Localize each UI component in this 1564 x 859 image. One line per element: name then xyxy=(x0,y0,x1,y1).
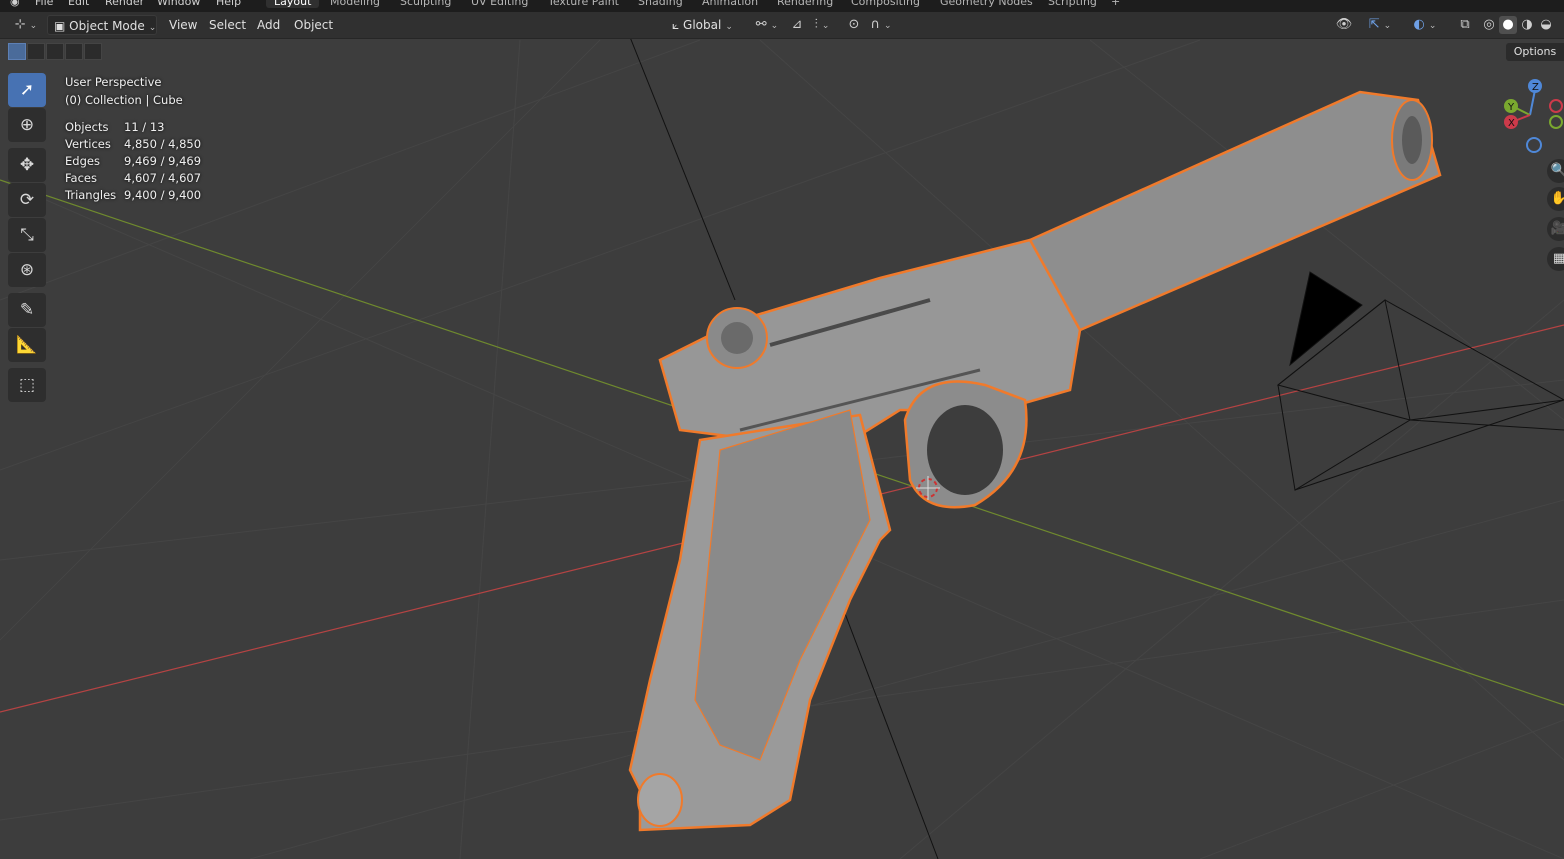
scene-statistics: Objects 11 / 13 Vertices 4,850 / 4,850 Edg… xyxy=(65,119,201,204)
gizmo-x-label: X xyxy=(1508,118,1515,129)
stat-value: 9,469 / 9,469 xyxy=(124,154,202,168)
stat-value: 4,607 / 4,607 xyxy=(124,171,202,185)
tool-shelf: ➚ ⊕ ✥ ⟳ ⤡ ⊛ ✎ 📐 ⬚ xyxy=(8,73,48,403)
zoom-icon[interactable]: 🔍 xyxy=(1547,159,1564,183)
overlays-toggle-icon[interactable]: ◐ ⌄ xyxy=(1410,16,1440,34)
menu-add[interactable]: Add xyxy=(251,15,286,35)
gizmo-neg-y-axis[interactable] xyxy=(1549,115,1563,129)
menu-view[interactable]: View xyxy=(163,15,203,35)
visibility-icon[interactable]: 👁⌄ xyxy=(1330,16,1358,49)
pan-hand-icon[interactable]: ✋ xyxy=(1547,187,1564,211)
3d-viewport[interactable]: Z Y X ➚ ⊕ ✥ ⟳ ⤡ ⊛ ✎ 📐 ⬚ User Perspective… xyxy=(0,39,1564,859)
snap-target-icon[interactable]: ⫶ ⌄ xyxy=(808,16,836,34)
object-mode-icon: ▣ xyxy=(54,19,66,33)
select-new-icon[interactable] xyxy=(8,43,26,60)
move-tool-icon[interactable]: ✥ xyxy=(8,148,46,182)
falloff-icon[interactable]: ∩ ⌄ xyxy=(868,16,894,34)
select-subtract-icon[interactable] xyxy=(46,43,64,60)
tab-shading[interactable]: Shading xyxy=(638,0,683,8)
camera-view-icon[interactable]: 🎥 xyxy=(1547,217,1564,241)
viewport-header: ⊹ ⌄ ▣ Object Mode ⌄ View Select Add Object… xyxy=(0,12,1564,49)
tab-texture-paint[interactable]: Texture Paint xyxy=(548,0,619,8)
stat-row: Triangles 9,400 / 9,400 xyxy=(65,187,201,204)
blender-logo-icon[interactable]: ◉ xyxy=(10,0,20,8)
scale-tool-icon[interactable]: ⤡ xyxy=(8,218,46,252)
viewport-scene: Z Y X xyxy=(0,39,1564,859)
tab-uv-editing[interactable]: UV Editing xyxy=(471,0,528,8)
stat-value: 11 / 13 xyxy=(124,120,165,134)
gizmo-toggle-icon[interactable]: ⇱ ⌄ xyxy=(1366,16,1394,34)
mode-label: Object Mode xyxy=(69,19,145,33)
transform-tool-icon[interactable]: ⊛ xyxy=(8,253,46,287)
options-button[interactable]: Options xyxy=(1506,43,1564,61)
stat-row: Edges 9,469 / 9,469 xyxy=(65,153,201,170)
select-intersect-icon[interactable] xyxy=(84,43,102,60)
gizmo-neg-x-axis[interactable] xyxy=(1549,99,1563,113)
camera-wireframe xyxy=(1276,271,1564,491)
gizmo-y-label: Y xyxy=(1507,102,1515,113)
material-shading-icon[interactable]: ◑ xyxy=(1518,16,1536,34)
tab-scripting[interactable]: Scripting xyxy=(1048,0,1097,8)
snap-toggle-icon[interactable]: ⊿ xyxy=(788,16,806,34)
stat-value: 4,850 / 4,850 xyxy=(124,137,202,151)
tab-sculpting[interactable]: Sculpting xyxy=(400,0,451,8)
stat-label: Objects xyxy=(65,120,109,134)
transform-orientation-dropdown[interactable]: ⟀ Global ⌄ xyxy=(666,15,746,35)
orientation-icon: ⟀ xyxy=(672,18,680,32)
cursor-tool-icon[interactable]: ⊕ xyxy=(8,108,46,142)
light-line xyxy=(630,39,736,301)
rotate-tool-icon[interactable]: ⟳ xyxy=(8,183,46,217)
menu-select[interactable]: Select xyxy=(203,15,252,35)
tab-rendering[interactable]: Rendering xyxy=(777,0,833,8)
select-invert-icon[interactable] xyxy=(65,43,83,60)
navigation-gizmo[interactable]: Z Y X xyxy=(1504,79,1563,153)
tab-modeling[interactable]: Modeling xyxy=(330,0,380,8)
gizmo-z-label: Z xyxy=(1532,82,1539,93)
add-workspace-button[interactable]: + xyxy=(1111,0,1120,8)
stat-row: Faces 4,607 / 4,607 xyxy=(65,170,201,187)
annotate-tool-icon[interactable]: ✎ xyxy=(8,293,46,327)
tab-compositing[interactable]: Compositing xyxy=(851,0,920,8)
pivot-point-icon[interactable]: ⚯ ⌄ xyxy=(753,16,781,34)
viewport-info-overlay: User Perspective (0) Collection | Cube O… xyxy=(65,73,201,204)
gizmo-neg-z-axis[interactable] xyxy=(1526,137,1542,153)
perspective-toggle-icon[interactable]: ▦ xyxy=(1547,247,1564,271)
menu-render[interactable]: Render xyxy=(105,0,144,8)
select-box-tool-icon[interactable]: ➚ xyxy=(8,73,46,107)
tab-animation[interactable]: Animation xyxy=(702,0,758,8)
stat-label: Vertices xyxy=(65,137,111,151)
stat-value: 9,400 / 9,400 xyxy=(124,188,202,202)
chevron-down-icon: ⌄ xyxy=(725,22,733,32)
stat-row: Objects 11 / 13 xyxy=(65,119,201,136)
light-line xyxy=(837,594,939,859)
view-perspective-label: User Perspective xyxy=(65,75,162,89)
rendered-shading-icon[interactable]: ◒ xyxy=(1537,16,1555,34)
stat-row: Vertices 4,850 / 4,850 xyxy=(65,136,201,153)
menu-file[interactable]: File xyxy=(35,0,53,8)
menu-help[interactable]: Help xyxy=(216,0,241,8)
tab-layout[interactable]: Layout xyxy=(266,0,320,8)
chevron-down-icon: ⌄ xyxy=(148,23,157,33)
top-menubar: ◉ File Edit Render Window Help Layout Mo… xyxy=(0,0,1564,12)
select-extend-icon[interactable] xyxy=(27,43,45,60)
proportional-edit-icon[interactable]: ⊙ xyxy=(845,16,863,34)
orientation-label: Global xyxy=(683,18,722,32)
stat-label: Triangles xyxy=(65,188,117,202)
tab-geometry-nodes[interactable]: Geometry Nodes xyxy=(940,0,1033,8)
add-cube-tool-icon[interactable]: ⬚ xyxy=(8,368,46,402)
pistol-model[interactable] xyxy=(628,90,1442,832)
wireframe-shading-icon[interactable]: ◎ xyxy=(1480,16,1498,34)
solid-shading-icon[interactable]: ● xyxy=(1499,16,1517,34)
measure-tool-icon[interactable]: 📐 xyxy=(8,328,46,362)
xray-toggle-icon[interactable]: ⧉ xyxy=(1456,16,1474,34)
menu-window[interactable]: Window xyxy=(157,0,200,8)
stat-label: Faces xyxy=(65,171,97,185)
stat-label: Edges xyxy=(65,154,100,168)
active-collection-label: (0) Collection | Cube xyxy=(65,93,183,107)
menu-edit[interactable]: Edit xyxy=(68,0,89,8)
selection-mode-group xyxy=(8,43,102,61)
mode-dropdown[interactable]: ▣ Object Mode ⌄ xyxy=(47,15,157,35)
menu-object[interactable]: Object xyxy=(288,15,339,35)
editor-type-icon[interactable]: ⊹ ⌄ xyxy=(12,16,40,34)
